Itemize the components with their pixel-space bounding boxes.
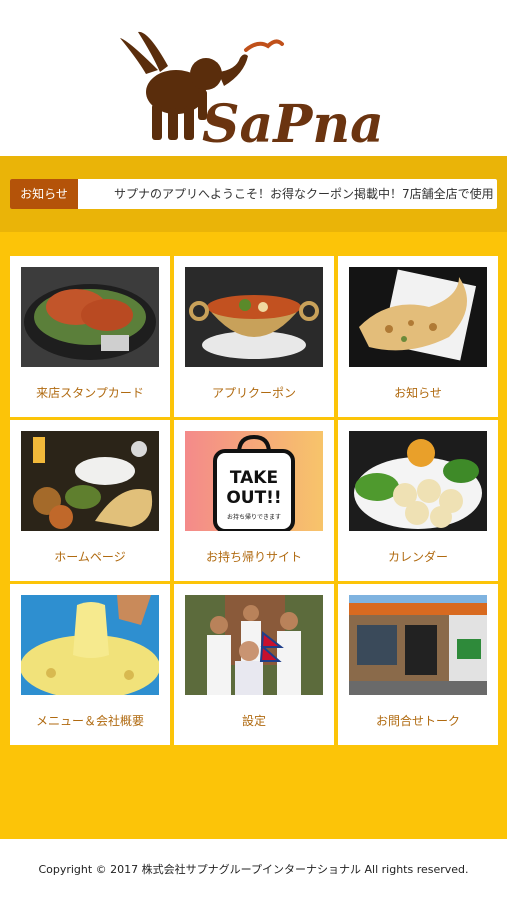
menu-tile-label: お持ち帰りサイト	[205, 550, 302, 564]
menu-tile-label: お問合せトーク	[375, 714, 460, 728]
svg-text:お持ち帰りできます: お持ち帰りできます	[227, 513, 281, 521]
svg-text:TAKE: TAKE	[230, 468, 278, 488]
logo-lettering: SaPna	[202, 94, 384, 150]
menu-tile-menu-company[interactable]: メニュー＆会社概要	[10, 584, 170, 745]
menu-tile-label: アプリクーポン	[211, 386, 296, 400]
notice-label: お知らせ	[10, 179, 78, 209]
menu-tile-coupon[interactable]: アプリクーポン	[174, 256, 334, 417]
app-header: SaPna	[0, 0, 507, 156]
curry-bowl-photo-icon	[185, 267, 323, 367]
takeout-bag-icon: TAKE OUT!! お持ち帰りできます	[185, 431, 323, 531]
menu-tile-label: お知らせ	[394, 386, 442, 400]
staff-photo-icon	[185, 595, 323, 695]
menu-tile-label: カレンダー	[387, 550, 448, 564]
storefront-photo-icon	[349, 595, 487, 695]
naan-photo-icon	[349, 267, 487, 367]
notice-text: サプナのアプリへようこそ！お得なクーポン掲載中！7店舗全店で使用	[114, 187, 494, 201]
menu-tile-label: ホームページ	[54, 550, 126, 564]
menu-tile-calendar[interactable]: カレンダー	[338, 420, 498, 581]
menu-tile-stamp-card[interactable]: 来店スタンプカード	[10, 256, 170, 417]
menu-tile-label: 来店スタンプカード	[36, 386, 144, 400]
notice-ticker[interactable]: お知らせ サプナのアプリへようこそ！お得なクーポン掲載中！7店舗全店で使用	[10, 179, 497, 209]
menu-tile-settings[interactable]: 設定	[174, 584, 334, 745]
cheese-naan-photo-icon	[21, 595, 159, 695]
menu-tile-homepage[interactable]: ホームページ	[10, 420, 170, 581]
menu-tile-takeout[interactable]: TAKE OUT!! お持ち帰りできます お持ち帰りサイト	[174, 420, 334, 581]
menu-tile-contact-talk[interactable]: お問合せトーク	[338, 584, 498, 745]
menu-tile-news[interactable]: お知らせ	[338, 256, 498, 417]
menu-tile-label: メニュー＆会社概要	[35, 714, 144, 728]
sapna-logo: SaPna	[120, 31, 384, 150]
app-footer: Copyright © 2017 株式会社サプナグループインターナショナル Al…	[0, 839, 507, 900]
momo-dumplings-photo-icon	[349, 431, 487, 531]
meal-set-photo-icon	[21, 431, 159, 531]
svg-text:OUT!!: OUT!!	[226, 488, 281, 508]
menu-grid: 来店スタンプカード アプリクーポン お知らせ ホームページ TAKE OUT!!…	[0, 232, 507, 839]
copyright-text: Copyright © 2017 株式会社サプナグループインターナショナル Al…	[38, 863, 469, 876]
tandoori-chicken-photo-icon	[21, 267, 159, 367]
menu-tile-label: 設定	[241, 714, 266, 728]
